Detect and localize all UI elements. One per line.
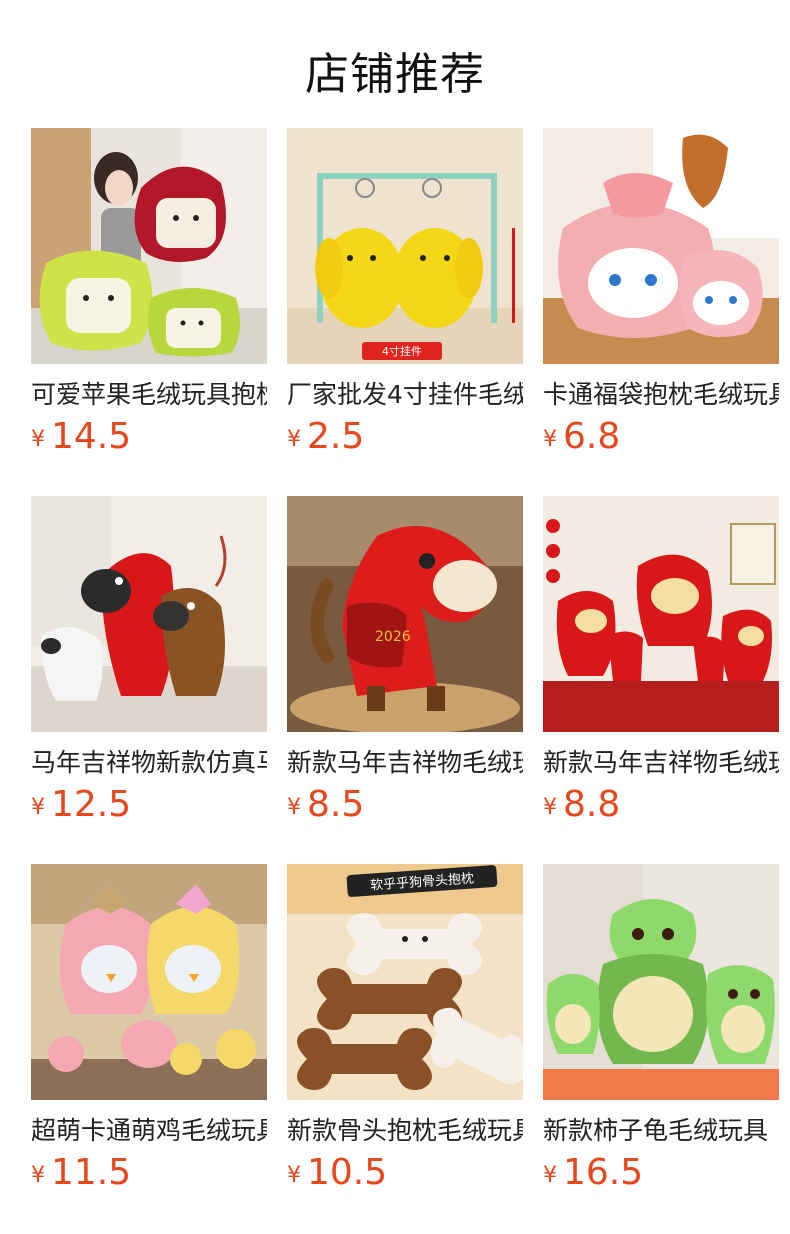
currency-symbol: ¥: [543, 1163, 557, 1188]
price-value: 14.5: [51, 416, 132, 457]
product-card[interactable]: 超萌卡通萌鸡毛绒玩具 ¥11.5: [31, 864, 267, 1193]
currency-symbol: ¥: [543, 427, 557, 452]
product-price: ¥16.5: [543, 1152, 643, 1196]
product-image[interactable]: [543, 496, 779, 732]
product-image[interactable]: 4寸挂件: [287, 128, 523, 364]
price-value: 10.5: [307, 1152, 388, 1193]
price-value: 11.5: [51, 1152, 132, 1193]
image-tag: 4寸挂件: [382, 344, 422, 358]
product-image[interactable]: [543, 128, 779, 364]
product-price: ¥8.5: [287, 784, 364, 828]
product-price: ¥2.5: [287, 416, 364, 460]
product-name[interactable]: 新款马年吉祥物毛绒玩具: [287, 746, 523, 780]
product-price: ¥6.8: [543, 416, 620, 460]
product-card[interactable]: 新款柿子龟毛绒玩具 ¥16.5: [543, 864, 779, 1193]
product-price: ¥10.5: [287, 1152, 387, 1196]
currency-symbol: ¥: [31, 427, 45, 452]
currency-symbol: ¥: [287, 427, 301, 452]
price-value: 6.8: [563, 416, 621, 457]
price-value: 8.8: [563, 784, 621, 825]
product-card[interactable]: 马年吉祥物新款仿真马 ¥12.5: [31, 496, 267, 825]
product-name[interactable]: 厂家批发4寸挂件毛绒: [287, 378, 523, 412]
product-card[interactable]: 新款马年吉祥物毛绒玩具 ¥8.8: [543, 496, 779, 825]
product-name[interactable]: 超萌卡通萌鸡毛绒玩具: [31, 1114, 267, 1148]
svg-text:2026: 2026: [375, 629, 411, 645]
currency-symbol: ¥: [543, 795, 557, 820]
product-price: ¥14.5: [31, 416, 131, 460]
product-image[interactable]: [31, 128, 267, 364]
price-value: 2.5: [307, 416, 365, 457]
product-name[interactable]: 新款柿子龟毛绒玩具: [543, 1114, 779, 1148]
product-card[interactable]: 2026 新款马年吉祥物毛绒玩具 ¥8.5: [287, 496, 523, 825]
product-card[interactable]: 可爱苹果毛绒玩具抱枕 ¥14.5: [31, 128, 267, 457]
product-image[interactable]: 2026: [287, 496, 523, 732]
product-image[interactable]: [31, 864, 267, 1100]
price-value: 8.5: [307, 784, 365, 825]
page-title: 店铺推荐: [305, 49, 485, 100]
product-price: ¥8.8: [543, 784, 620, 828]
product-price: ¥12.5: [31, 784, 131, 828]
product-image[interactable]: [543, 864, 779, 1100]
currency-symbol: ¥: [31, 795, 45, 820]
product-name[interactable]: 可爱苹果毛绒玩具抱枕: [31, 378, 267, 412]
currency-symbol: ¥: [287, 795, 301, 820]
product-card[interactable]: 卡通福袋抱枕毛绒玩具 ¥6.8: [543, 128, 779, 457]
product-card[interactable]: 软乎乎狗骨头抱枕 新款骨头抱枕毛绒玩具 ¥10.5: [287, 864, 523, 1193]
product-card[interactable]: 4寸挂件 厂家批发4寸挂件毛绒 ¥2.5: [287, 128, 523, 457]
currency-symbol: ¥: [287, 1163, 301, 1188]
currency-symbol: ¥: [31, 1163, 45, 1188]
product-name[interactable]: 卡通福袋抱枕毛绒玩具: [543, 378, 779, 412]
product-image[interactable]: [31, 496, 267, 732]
product-name[interactable]: 新款马年吉祥物毛绒玩具: [543, 746, 779, 780]
product-name[interactable]: 马年吉祥物新款仿真马: [31, 746, 267, 780]
price-value: 16.5: [563, 1152, 644, 1193]
product-price: ¥11.5: [31, 1152, 131, 1196]
product-image[interactable]: 软乎乎狗骨头抱枕: [287, 864, 523, 1100]
price-value: 12.5: [51, 784, 132, 825]
product-name[interactable]: 新款骨头抱枕毛绒玩具: [287, 1114, 523, 1148]
